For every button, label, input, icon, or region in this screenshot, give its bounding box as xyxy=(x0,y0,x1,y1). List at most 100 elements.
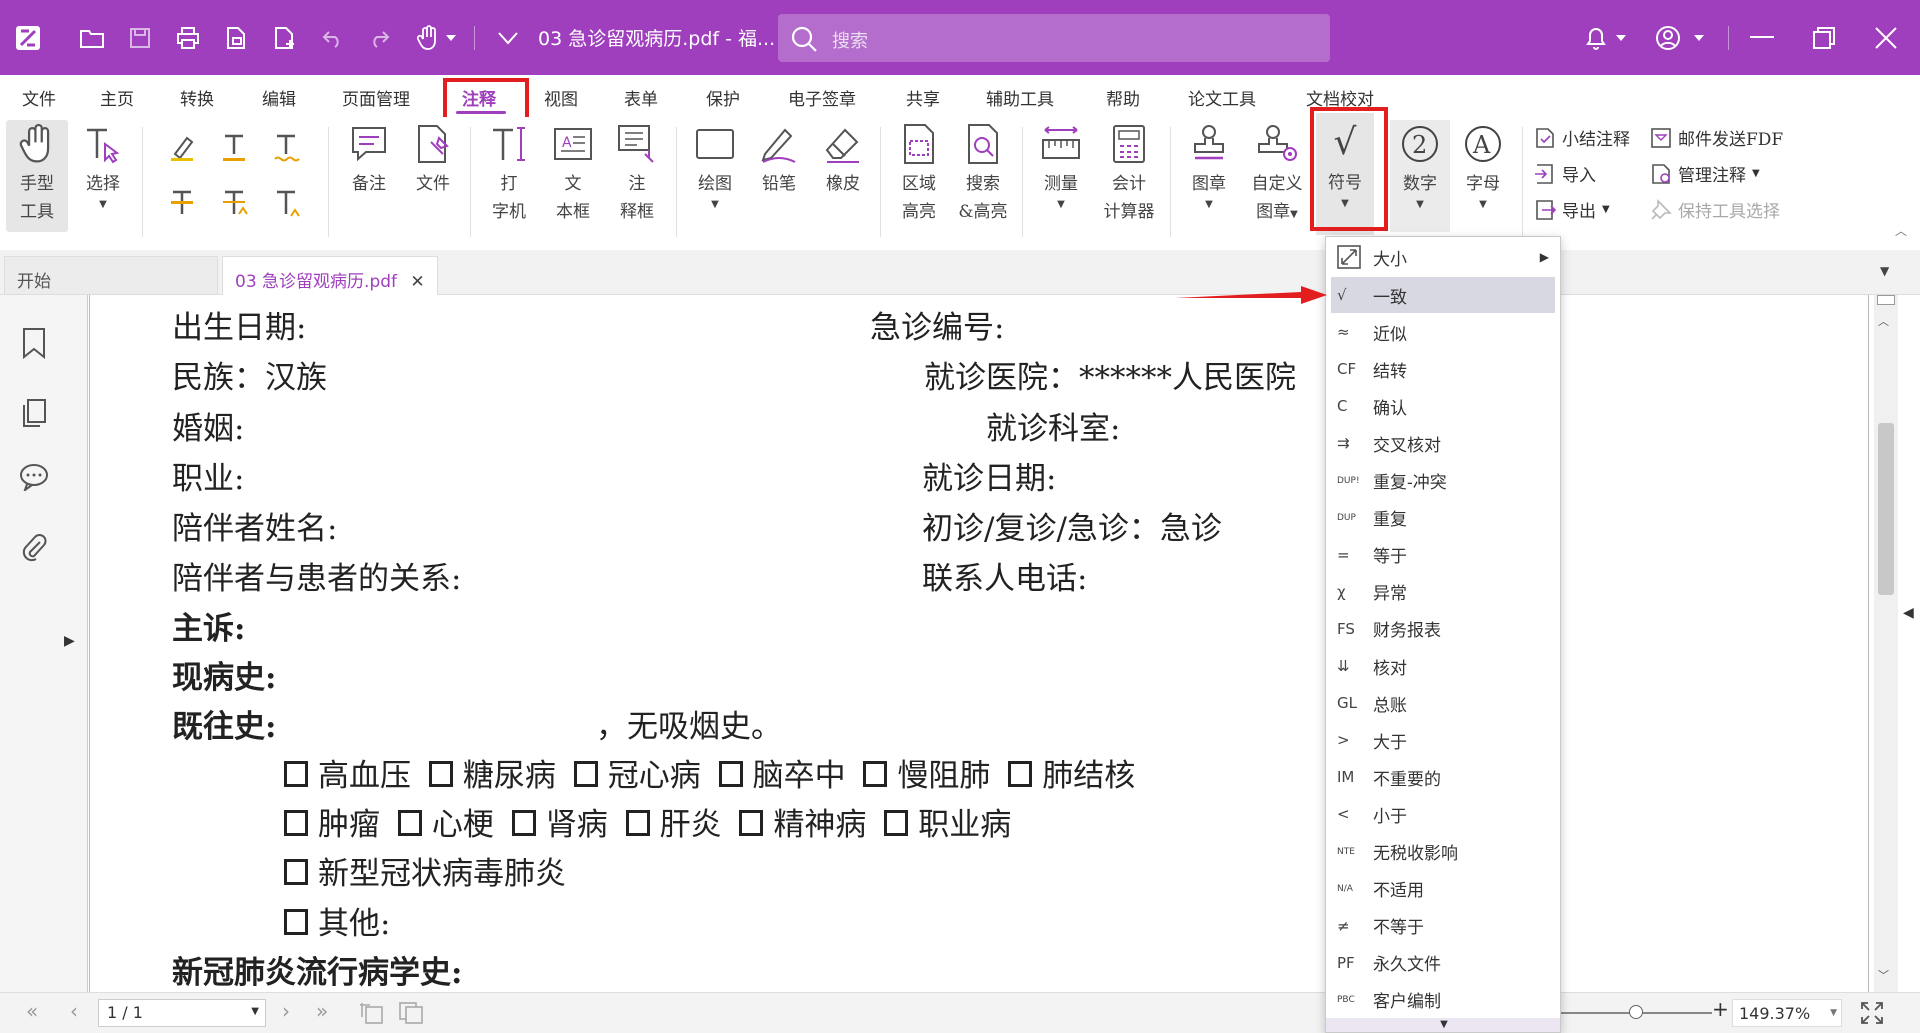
print-icon[interactable] xyxy=(174,24,202,52)
number-dropdown-icon[interactable]: ▼ xyxy=(1416,198,1424,212)
underline-text-icon[interactable] xyxy=(214,127,254,167)
menu-help[interactable]: 帮助 xyxy=(1106,85,1140,110)
prev-view-icon[interactable] xyxy=(358,1001,384,1025)
checkbox[interactable] xyxy=(884,810,909,836)
import-button[interactable]: 导入 xyxy=(1534,161,1596,186)
file-attachment-button[interactable]: 文件 xyxy=(404,120,462,198)
zoom-in-icon[interactable]: + xyxy=(1712,997,1729,1021)
account-dropdown-icon[interactable] xyxy=(1692,24,1706,52)
close-window-icon[interactable] xyxy=(1872,24,1900,52)
manage-comments-button[interactable]: 管理注释 ▼ xyxy=(1650,161,1760,186)
replace-text-icon[interactable] xyxy=(214,183,254,223)
area-highlight-button[interactable]: 区域 高亮 xyxy=(890,120,948,226)
dropdown-size-item[interactable]: 大小 ▶ xyxy=(1331,239,1555,275)
menu-thesis-tools[interactable]: 论文工具 xyxy=(1188,85,1256,110)
checkbox[interactable] xyxy=(1008,761,1033,787)
zoom-slider-thumb[interactable] xyxy=(1629,1005,1643,1019)
menu-form[interactable]: 表单 xyxy=(624,85,658,110)
symbol-item[interactable]: = 等于 xyxy=(1331,537,1555,573)
eraser-button[interactable]: 橡皮 xyxy=(814,120,872,198)
measure-button[interactable]: 测量 ▼ xyxy=(1032,120,1090,212)
checkbox[interactable] xyxy=(284,810,308,836)
open-folder-icon[interactable] xyxy=(78,24,106,52)
symbol-item[interactable]: ≈ 近似 xyxy=(1331,314,1555,350)
callout-button[interactable]: 注 释框 xyxy=(608,120,666,226)
menu-view[interactable]: 视图 xyxy=(544,85,578,110)
zoom-dropdown-icon[interactable]: ▼ xyxy=(1830,1008,1837,1018)
insert-text-icon[interactable] xyxy=(266,183,306,223)
symbol-item[interactable]: DUP! 重复-冲突 xyxy=(1331,463,1555,499)
checkbox[interactable] xyxy=(397,810,422,836)
highlight-icon[interactable] xyxy=(162,127,202,167)
pencil-button[interactable]: 铅笔 xyxy=(750,120,808,198)
bell-dropdown-icon[interactable] xyxy=(1614,24,1628,52)
menu-page-manage[interactable]: 页面管理 xyxy=(342,85,410,110)
measure-dropdown-icon[interactable]: ▼ xyxy=(1057,198,1065,212)
search-highlight-button[interactable]: 搜索 &高亮 xyxy=(954,120,1012,226)
zoom-level-input[interactable]: 149.37% ▼ xyxy=(1732,999,1842,1027)
expand-sidebar-icon[interactable]: ▶ xyxy=(64,633,75,649)
attachment-paperclip-icon[interactable] xyxy=(16,529,52,565)
squiggly-text-icon[interactable] xyxy=(266,127,306,167)
symbol-item[interactable]: NTE 无税收影响 xyxy=(1331,834,1555,870)
symbol-item[interactable]: χ 异常 xyxy=(1331,574,1555,610)
prev-page-icon[interactable]: ‹ xyxy=(70,999,78,1023)
redo-icon[interactable] xyxy=(366,24,394,52)
symbol-item[interactable]: PF 永久文件 xyxy=(1331,945,1555,981)
strikeout-text-icon[interactable] xyxy=(162,183,202,223)
checkbox[interactable] xyxy=(863,761,888,787)
symbol-item[interactable]: PBC 客户编制 xyxy=(1331,982,1555,1018)
menu-home[interactable]: 主页 xyxy=(100,85,134,110)
scrollbar-thumb[interactable] xyxy=(1878,423,1894,595)
collapse-ribbon-icon[interactable]: ︿ xyxy=(1895,222,1907,239)
scroll-up-icon[interactable]: ︿ xyxy=(1878,313,1889,329)
symbol-item[interactable]: GL 总账 xyxy=(1331,685,1555,721)
scroll-down-icon[interactable]: ﹀ xyxy=(1878,967,1889,983)
checkbox[interactable] xyxy=(428,761,453,787)
symbol-item[interactable]: < 小于 xyxy=(1331,796,1555,832)
symbol-item[interactable]: ≠ 不等于 xyxy=(1331,908,1555,944)
search-input[interactable]: 搜索 xyxy=(778,14,1330,62)
restore-icon[interactable] xyxy=(1810,24,1838,52)
symbol-item[interactable]: IM 不重要的 xyxy=(1331,759,1555,795)
select-button[interactable]: 选择 ▼ xyxy=(72,120,134,232)
account-icon[interactable] xyxy=(1654,24,1682,52)
symbol-item[interactable]: ⇊ 核对 xyxy=(1331,648,1555,684)
stamp-button[interactable]: 图章 ▼ xyxy=(1180,120,1238,212)
page-number-input[interactable]: 1 / 1 ▼ xyxy=(98,999,266,1027)
symbol-item[interactable]: N/A 不适用 xyxy=(1331,871,1555,907)
custom-stamp-dropdown-icon[interactable]: ▼ xyxy=(1290,209,1298,220)
new-file-icon[interactable] xyxy=(270,24,298,52)
draw-button[interactable]: 绘图 ▼ xyxy=(686,120,744,212)
menu-accessibility[interactable]: 辅助工具 xyxy=(986,85,1054,110)
next-view-icon[interactable] xyxy=(398,1001,424,1025)
symbol-item[interactable]: DUP 重复 xyxy=(1331,500,1555,536)
note-button[interactable]: 备注 xyxy=(340,120,398,198)
summarize-comments-button[interactable]: 小结注释 xyxy=(1534,125,1630,150)
bell-icon[interactable] xyxy=(1582,24,1610,52)
checkbox[interactable] xyxy=(284,761,308,787)
menu-share[interactable]: 共享 xyxy=(906,85,940,110)
select-dropdown-icon[interactable]: ▼ xyxy=(99,198,107,212)
menu-convert[interactable]: 转换 xyxy=(180,85,214,110)
minimize-icon[interactable] xyxy=(1748,24,1776,52)
bookmark-icon[interactable] xyxy=(16,325,52,361)
symbol-item[interactable]: FS 财务报表 xyxy=(1331,611,1555,647)
manage-dropdown-icon[interactable]: ▼ xyxy=(1752,168,1760,179)
number-button[interactable]: 2 数字 ▼ xyxy=(1390,120,1450,232)
fullscreen-icon[interactable] xyxy=(1860,1001,1884,1025)
symbol-item[interactable]: CF 结转 xyxy=(1331,351,1555,387)
checkbox[interactable] xyxy=(739,810,764,836)
checkbox[interactable] xyxy=(284,859,308,885)
dropdown-scroll-down-icon[interactable]: ▼ xyxy=(1326,1018,1560,1032)
email-fdf-button[interactable]: 邮件发送FDF xyxy=(1650,125,1783,150)
calculator-button[interactable]: 会计 计算器 xyxy=(1098,120,1160,226)
vertical-scrollbar[interactable]: ︿ ﹀ xyxy=(1874,295,1898,992)
tab-list-dropdown-icon[interactable]: ▼ xyxy=(1880,264,1889,278)
checkbox[interactable] xyxy=(511,810,536,836)
first-page-icon[interactable]: « xyxy=(26,999,38,1023)
pages-thumbnail-icon[interactable] xyxy=(16,395,52,431)
page-dropdown-icon[interactable]: ▼ xyxy=(251,1006,259,1017)
typewriter-button[interactable]: 打 字机 xyxy=(480,120,538,226)
symbol-item[interactable]: > 大于 xyxy=(1331,722,1555,758)
